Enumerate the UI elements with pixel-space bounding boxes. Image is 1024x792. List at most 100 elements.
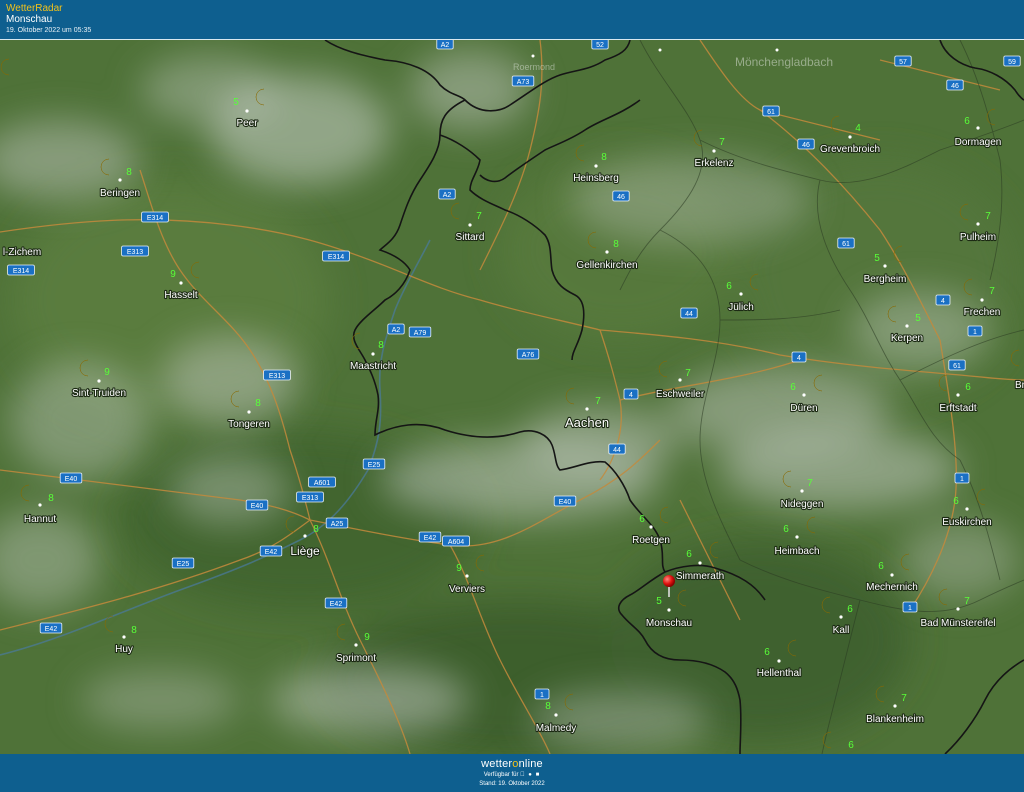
city-dot (118, 178, 122, 182)
city-name: Bergheim (864, 274, 907, 285)
road-badge: A25 (325, 517, 349, 529)
road-badge: E314 (141, 211, 169, 223)
road-number: E40 (65, 476, 78, 483)
faded-city-label: Roermond (513, 62, 555, 72)
temperature-value: 5 (656, 596, 662, 607)
temperature-value: 8 (131, 625, 137, 636)
city-dot (658, 48, 662, 52)
road-number: 61 (953, 363, 961, 370)
road-badge: E42 (259, 545, 283, 557)
city-name: Monschau (646, 618, 692, 629)
temperature-value: 8 (313, 524, 319, 535)
city-dot (354, 643, 358, 647)
city-name: Malmedy (536, 723, 577, 734)
city-name: Kerpen (891, 333, 923, 344)
road-badge: 1 (534, 688, 550, 700)
temperature-value: 6 (783, 524, 789, 535)
weather-radar-map[interactable]: A2 A73 52 57 59 46 61 46 A2 46 E314 E313 E314 E314 61 4… (0, 40, 1024, 754)
road-badge: E40 (59, 472, 83, 484)
wetteronline-logo[interactable]: wetteronline (0, 758, 1024, 770)
city-name: Tongeren (228, 419, 270, 430)
road-badge: E42 (39, 622, 63, 634)
city-dot (605, 250, 609, 254)
footer-bar: wetteronline Verfügbar für  ● ■ Stand: … (0, 754, 1024, 792)
road-number: 1 (960, 476, 964, 483)
city-name: Eschweiler (656, 389, 705, 400)
temperature-value: 6 (790, 382, 796, 393)
city-dot (893, 704, 897, 708)
road-number: 1 (540, 692, 544, 699)
city-dot (465, 574, 469, 578)
city-dot (122, 635, 126, 639)
city-name: Huy (115, 644, 133, 655)
temperature-value: 6 (764, 647, 770, 658)
store-icons:  ● ■ (520, 772, 539, 778)
road-badge: 46 (797, 138, 815, 150)
city-name: Roetgen (632, 535, 670, 546)
temperature-value: 7 (901, 693, 907, 704)
temperature-value: 6 (953, 496, 959, 507)
city-dot (802, 393, 806, 397)
road-badge: 44 (680, 307, 698, 319)
road-number: E314 (328, 254, 344, 261)
timestamp: 19. Oktober 2022 um 05:35 (6, 27, 92, 34)
road-badge: E313 (121, 245, 149, 257)
road-number: 57 (899, 59, 907, 66)
road-number: A73 (517, 79, 530, 86)
temperature-value: 7 (807, 478, 813, 489)
city-name: Erkelenz (695, 158, 734, 169)
city-name: Sint-Truiden (72, 388, 126, 399)
city-name: l-Zichem (3, 247, 41, 258)
road-number: A604 (448, 539, 464, 546)
city-name: Liège (290, 544, 320, 558)
city-dot (976, 126, 980, 130)
temperature-value: 8 (126, 167, 132, 178)
road-number: E40 (559, 499, 572, 506)
city-dot (531, 54, 535, 58)
road-badge: 4 (935, 294, 951, 306)
road-badge: A2 (438, 188, 456, 200)
city-name: Beringen (100, 188, 140, 199)
temperature-value: 9 (456, 563, 462, 574)
city-dot (698, 561, 702, 565)
city-name: Maastricht (350, 361, 396, 372)
road-number: E42 (45, 626, 58, 633)
temperature-value: 7 (985, 211, 991, 222)
city-name: Heimbach (774, 546, 819, 557)
road-number: 4 (797, 355, 801, 362)
temperature-value: 7 (595, 396, 601, 407)
road-badge: E314 (7, 264, 35, 276)
road-number: 44 (613, 447, 621, 454)
road-number: A25 (331, 521, 344, 528)
road-number: 52 (596, 42, 604, 49)
temperature-value: 6 (847, 604, 853, 615)
road-number: 46 (802, 142, 810, 149)
temperature-value: 6 (726, 281, 732, 292)
road-badge: 1 (954, 472, 970, 484)
road-badge: A601 (308, 476, 336, 488)
road-badge: 52 (591, 40, 609, 50)
city-name: Mechernich (866, 582, 918, 593)
road-number: E42 (424, 535, 437, 542)
road-badge: 1 (967, 325, 983, 337)
city-name: Aachen (565, 415, 609, 430)
city-dot (303, 534, 307, 538)
road-badge: 44 (608, 443, 626, 455)
availability-text: Verfügbar für (483, 772, 519, 778)
temperature-value: 9 (104, 367, 110, 378)
city-dot (839, 615, 843, 619)
road-badge: E42 (418, 531, 442, 543)
city-dot (775, 48, 779, 52)
city-name: Nideggen (781, 499, 824, 510)
temperature-value: 5 (874, 253, 880, 264)
city-dot (245, 109, 249, 113)
city-dot (848, 135, 852, 139)
city-dot (247, 410, 251, 414)
city-name: Hellenthal (757, 668, 801, 679)
city-name: Euskirchen (942, 517, 991, 528)
city-dot (371, 352, 375, 356)
road-number: E314 (13, 268, 29, 275)
road-badge: A2 (387, 323, 405, 335)
temperature-value: 8 (48, 493, 54, 504)
road-number: E40 (251, 503, 264, 510)
